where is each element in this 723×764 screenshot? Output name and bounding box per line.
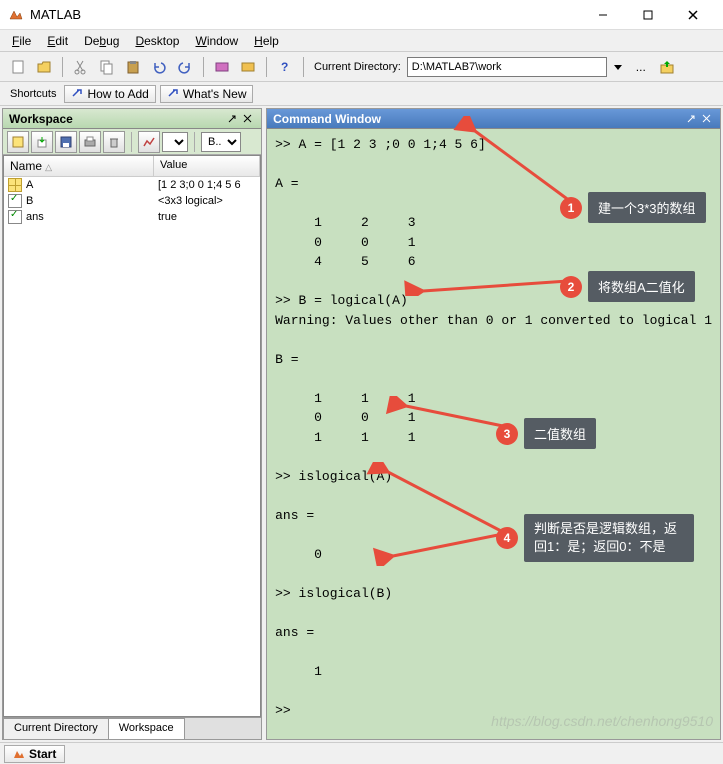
tab-workspace[interactable]: Workspace [108,718,185,739]
menu-window[interactable]: Window [187,32,246,50]
workspace-table[interactable]: Name △ Value A[1 2 3;0 0 1;4 5 6B<3x3 lo… [3,155,261,717]
status-bar: Start [0,742,723,764]
table-row[interactable]: anstrue [4,209,260,225]
var-name-cell: A [4,177,154,193]
command-window-content[interactable]: >> A = [1 2 3 ;0 0 1;4 5 6] A = 1 2 3 0 … [267,129,720,739]
cut-button[interactable] [69,55,93,79]
undock-icon[interactable] [225,112,239,126]
shortcut-label: How to Add [87,87,148,101]
copy-button[interactable] [95,55,119,79]
shortcut-label: What's New [183,87,247,101]
svg-text:?: ? [281,60,288,74]
guide-button[interactable] [236,55,260,79]
start-label: Start [29,747,56,761]
panel-close-icon[interactable] [700,112,714,126]
shortcuts-toolbar: Shortcuts How to Add What's New [0,82,723,106]
variable-icon [8,178,22,192]
menu-file[interactable]: File [4,32,39,50]
var-value-cell: true [154,209,260,225]
menu-debug[interactable]: Debug [76,32,127,50]
table-row[interactable]: B<3x3 logical> [4,193,260,209]
workspace-panel: Workspace W... B... Name △ Value A[1 2 3… [2,108,262,740]
menu-bar: File Edit Debug Desktop Window Help [0,30,723,52]
matlab-logo-icon [8,7,24,23]
plot-button[interactable] [138,131,160,153]
new-var-button[interactable] [7,131,29,153]
var-name-cell: ans [4,209,154,225]
workspace-filter-select[interactable]: B... [201,132,241,152]
browse-directory-button[interactable]: ... [629,55,653,79]
paste-button[interactable] [121,55,145,79]
simulink-button[interactable] [210,55,234,79]
current-directory-input[interactable] [407,57,607,77]
help-button[interactable]: ? [273,55,297,79]
table-row[interactable]: A[1 2 3;0 0 1;4 5 6 [4,177,260,193]
close-button[interactable] [670,0,715,30]
new-file-button[interactable] [6,55,30,79]
whats-new-button[interactable]: What's New [160,85,254,103]
window-controls [580,0,715,30]
delete-button[interactable] [103,131,125,153]
undo-button[interactable] [147,55,171,79]
minimize-button[interactable] [580,0,625,30]
up-directory-button[interactable] [655,55,679,79]
link-icon [71,88,83,100]
menu-help[interactable]: Help [246,32,287,50]
panel-title: Command Window [273,112,381,126]
link-icon [167,88,179,100]
print-button[interactable] [79,131,101,153]
window-title: MATLAB [30,7,580,22]
undock-icon[interactable] [684,112,698,126]
table-header: Name △ Value [4,156,260,177]
toolbar-separator [266,57,267,77]
column-header-value[interactable]: Value [154,156,260,176]
toolbar-separator [203,57,204,77]
start-button[interactable]: Start [4,745,65,763]
current-directory-label: Current Directory: [310,61,405,73]
import-button[interactable] [31,131,53,153]
toolbar-separator [194,132,195,152]
toolbar-separator [303,57,304,77]
command-window-header: Command Window [267,109,720,129]
matlab-logo-icon [13,748,25,760]
current-directory-dropdown[interactable] [609,55,627,79]
workspace-tabs: Current Directory Workspace [3,717,261,739]
variable-icon [8,194,22,208]
maximize-button[interactable] [625,0,670,30]
column-header-name[interactable]: Name △ [4,156,154,176]
command-window-panel: Command Window >> A = [1 2 3 ;0 0 1;4 5 … [266,108,721,740]
variable-icon [8,210,22,224]
main-area: Workspace W... B... Name △ Value A[1 2 3… [0,106,723,742]
workspace-header: Workspace [3,109,261,129]
title-bar: MATLAB [0,0,723,30]
redo-button[interactable] [173,55,197,79]
workspace-view-select[interactable]: W... [162,132,188,152]
save-button[interactable] [55,131,77,153]
panel-title: Workspace [9,112,73,126]
menu-edit[interactable]: Edit [39,32,76,50]
toolbar-separator [62,57,63,77]
how-to-add-button[interactable]: How to Add [64,85,155,103]
tab-current-directory[interactable]: Current Directory [3,718,109,739]
panel-close-icon[interactable] [241,112,255,126]
var-value-cell: [1 2 3;0 0 1;4 5 6 [154,177,260,193]
workspace-toolbar: W... B... [3,129,261,155]
shortcuts-label: Shortcuts [6,88,60,100]
var-value-cell: <3x3 logical> [154,193,260,209]
main-toolbar: ? Current Directory: ... [0,52,723,82]
menu-desktop[interactable]: Desktop [127,32,187,50]
var-name-cell: B [4,193,154,209]
open-file-button[interactable] [32,55,56,79]
toolbar-separator [131,132,132,152]
